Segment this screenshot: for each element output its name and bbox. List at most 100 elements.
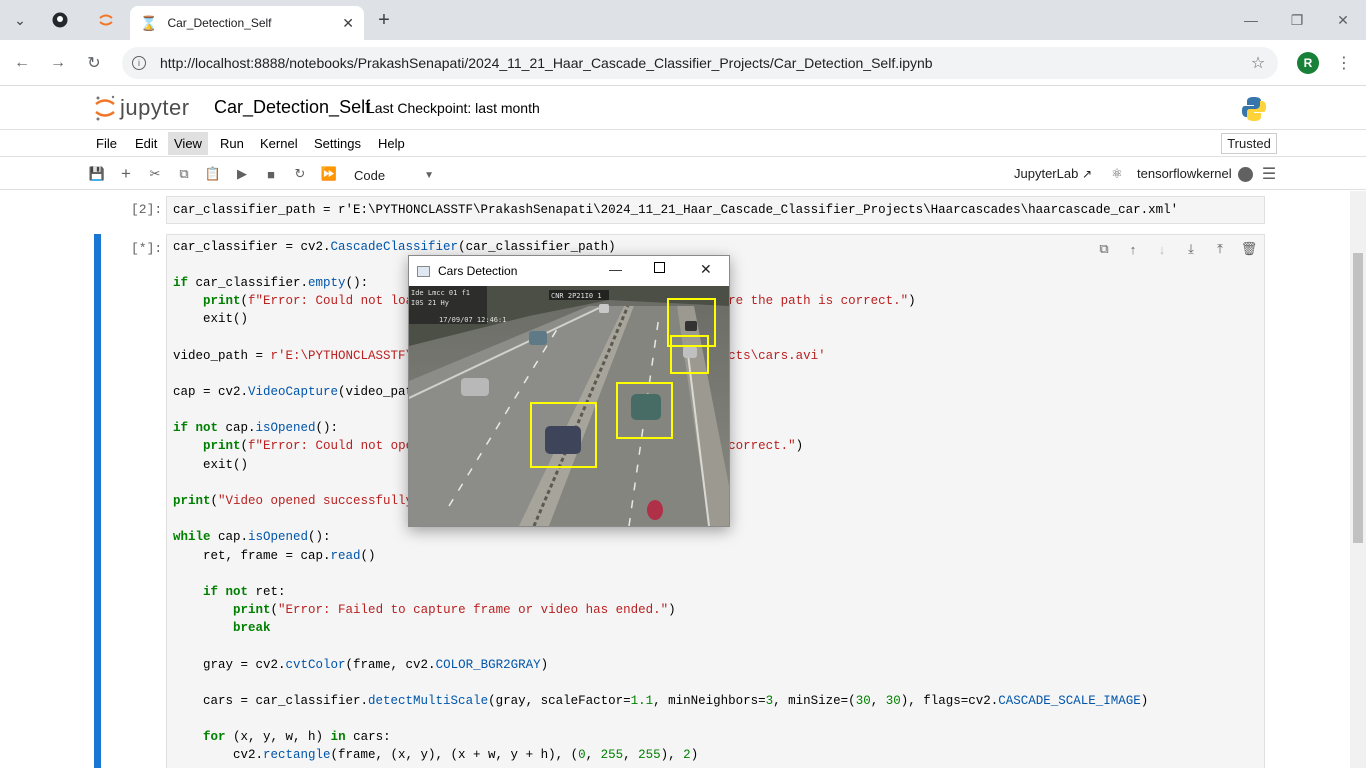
restart-icon[interactable]: ↻: [291, 165, 309, 183]
jupyterlab-link[interactable]: JupyterLab ↗: [1014, 166, 1092, 181]
cv-maximize-icon[interactable]: [654, 262, 665, 273]
menu-run[interactable]: Run: [220, 136, 244, 151]
hamburger-menu-icon[interactable]: ☰: [1260, 165, 1278, 183]
run-icon[interactable]: ▶: [233, 165, 251, 183]
bookmark-star-icon[interactable]: ☆: [1246, 51, 1270, 75]
back-icon[interactable]: ←: [10, 51, 34, 75]
tab-search-icon[interactable]: ⌄: [8, 8, 32, 32]
kernel-name[interactable]: tensorflowkernel: [1137, 166, 1232, 181]
video-frame: Ide Lmcc 01 f1 I0S 21 Hy 17/09/07 12:46:…: [409, 286, 729, 526]
menu-edit[interactable]: Edit: [135, 136, 157, 151]
insert-cell-icon[interactable]: +: [117, 164, 135, 183]
cv-close-icon[interactable]: ✕: [700, 261, 712, 278]
tab-title: Car_Detection_Self: [167, 16, 272, 30]
delete-cell-icon[interactable]: 🗑: [1240, 240, 1258, 258]
active-tab[interactable]: ⌛ Car_Detection_Self ✕: [130, 6, 364, 40]
checkpoint-status: Last Checkpoint: last month: [367, 100, 540, 116]
cell-type-select[interactable]: Code ▼: [354, 165, 434, 185]
cell-1-code: car_classifier_path = r'E:\PYTHONCLASSTF…: [173, 203, 1179, 217]
code-line: cv2.rectangle(frame, (x, y), (x + w, y +…: [173, 748, 699, 762]
code-line: cars = car_classifier.detectMultiScale(g…: [173, 694, 1149, 708]
jupyter-logo[interactable]: jupyter: [94, 93, 190, 123]
external-link-icon: ↗: [1081, 167, 1093, 181]
overlay-line-2: I0S 21 Hy: [411, 299, 449, 307]
cell-type-value: Code: [354, 167, 386, 183]
code-line: exit(): [173, 458, 249, 472]
close-tab-icon[interactable]: ✕: [342, 15, 354, 32]
menu-view[interactable]: View: [168, 132, 208, 155]
hourglass-icon: ⌛: [140, 14, 158, 31]
cv-window-title: Cars Detection: [438, 264, 518, 278]
code-line: if not ret:: [203, 585, 286, 599]
restart-run-all-icon[interactable]: ⏩: [320, 165, 338, 183]
menu-file[interactable]: File: [96, 136, 117, 151]
browser-menu-icon[interactable]: ⋮: [1332, 51, 1356, 75]
overlay-right: CNR 2P21I0 1: [551, 292, 602, 300]
kernel-status-icon: [1238, 167, 1253, 182]
new-tab-icon[interactable]: +: [372, 8, 396, 32]
cell-1-editor[interactable]: car_classifier_path = r'E:\PYTHONCLASSTF…: [166, 196, 1265, 224]
move-up-icon[interactable]: ↑: [1124, 240, 1142, 258]
restore-icon[interactable]: ❐: [1274, 0, 1320, 40]
highway-video-frame: Ide Lmcc 01 f1 I0S 21 Hy 17/09/07 12:46:…: [409, 286, 729, 526]
github-tab-icon[interactable]: [48, 8, 72, 32]
debugger-bug-icon[interactable]: ⚛: [1108, 165, 1126, 183]
cv-window-app-icon: [417, 265, 430, 277]
code-line: if car_classifier.empty():: [173, 276, 369, 290]
code-line: print("Error: Failed to capture frame or…: [233, 603, 676, 617]
code-line: for (x, y, w, h) in cars:: [203, 730, 391, 744]
move-down-icon[interactable]: ↓: [1153, 240, 1171, 258]
active-cell-indicator: [94, 234, 101, 768]
code-line: cap = cv2.VideoCapture(video_path: [173, 385, 421, 399]
cut-icon[interactable]: ✂: [146, 165, 164, 183]
forward-icon[interactable]: →: [46, 51, 70, 75]
menu-kernel[interactable]: Kernel: [260, 136, 298, 151]
stop-icon[interactable]: ■: [262, 165, 280, 183]
notebook-toolbar: 💾 + ✂ ⧉ 📋 ▶ ■ ↻ ⏩ Code ▼ JupyterLab ↗ ⚛ …: [0, 158, 1366, 190]
overlay-line-1: Ide Lmcc 01 f1: [411, 289, 470, 297]
menu-help[interactable]: Help: [378, 136, 405, 151]
code-line: while cap.isOpened():: [173, 530, 331, 544]
code-line: ret, frame = cap.read(): [173, 549, 376, 563]
cell-action-toolbar: ⧉ ↑ ↓ ⤓ ⤒ 🗑: [1095, 240, 1258, 258]
url-bar[interactable]: i http://localhost:8888/notebooks/Prakas…: [122, 47, 1278, 79]
address-bar-row: ← → ↻ i http://localhost:8888/notebooks/…: [0, 40, 1366, 86]
jupyterlab-link-label: JupyterLab: [1014, 166, 1079, 181]
chevron-down-icon: ▼: [424, 169, 434, 181]
cv-minimize-icon[interactable]: —: [609, 262, 622, 277]
insert-below-icon[interactable]: ⤒: [1211, 240, 1229, 258]
code-line: exit(): [173, 312, 249, 326]
code-line: car_classifier = cv2.CascadeClassifier(c…: [173, 240, 616, 254]
jupyter-logo-text: jupyter: [120, 95, 190, 120]
url-text: http://localhost:8888/notebooks/PrakashS…: [160, 55, 933, 71]
profile-avatar[interactable]: R: [1297, 52, 1319, 74]
reload-icon[interactable]: ↻: [82, 51, 106, 75]
python-logo-icon: [1242, 97, 1266, 121]
insert-above-icon[interactable]: ⤓: [1182, 240, 1200, 258]
copy-icon[interactable]: ⧉: [175, 165, 193, 183]
cv-window-titlebar[interactable]: Cars Detection — ✕: [409, 256, 729, 286]
code-line: print("Video opened successfully.: [173, 494, 421, 508]
menu-bar: File Edit View Run Kernel Settings Help …: [0, 129, 1366, 157]
site-info-icon[interactable]: i: [132, 56, 146, 70]
browser-tab-bar: ⌄ ⌛ Car_Detection_Self ✕ + — ❐ ✕: [0, 0, 1366, 40]
code-line: break: [233, 621, 271, 635]
cars-detection-window[interactable]: Cars Detection — ✕ Ide Lmcc 01 f1 I0S 21…: [408, 255, 730, 527]
close-window-icon[interactable]: ✕: [1320, 0, 1366, 40]
minimize-icon[interactable]: —: [1228, 0, 1274, 40]
notebook-title[interactable]: Car_Detection_Self: [214, 97, 370, 118]
paste-icon[interactable]: 📋: [204, 165, 222, 183]
menu-settings[interactable]: Settings: [314, 136, 361, 151]
code-line: gray = cv2.cvtColor(frame, cv2.COLOR_BGR…: [173, 658, 549, 672]
jupyter-tab-icon[interactable]: [94, 8, 118, 32]
code-line: if not cap.isOpened():: [173, 421, 339, 435]
trusted-indicator[interactable]: Trusted: [1221, 133, 1277, 154]
duplicate-cell-icon[interactable]: ⧉: [1095, 240, 1113, 258]
scrollbar-thumb[interactable]: [1353, 253, 1363, 543]
save-icon[interactable]: 💾: [88, 165, 106, 183]
cell-1-prompt: [2]:: [131, 202, 163, 217]
jupyter-header: jupyter Car_Detection_Self Last Checkpoi…: [0, 87, 1366, 129]
overlay-line-3: 17/09/07 12:46:1: [439, 316, 506, 324]
jupyter-logo-icon: [95, 95, 115, 121]
notebook-scrollbar[interactable]: [1350, 191, 1366, 768]
